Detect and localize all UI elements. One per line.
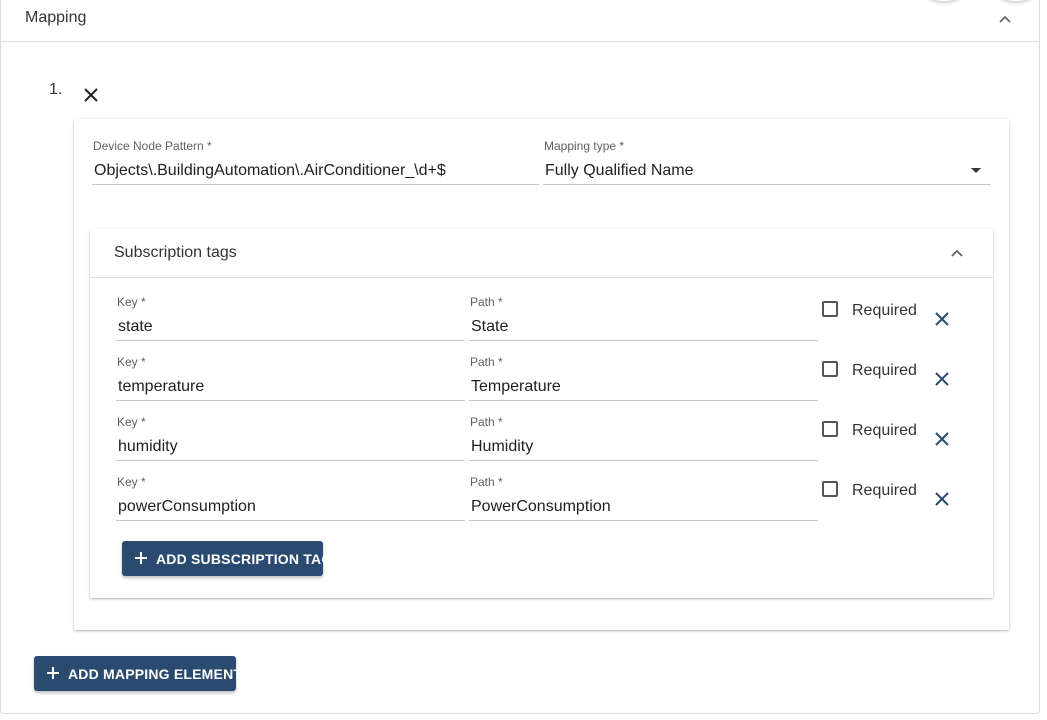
- remove-tag-close-icon[interactable]: [935, 432, 949, 446]
- mapping-type-value[interactable]: Fully Qualified Name: [543, 152, 991, 185]
- subscription-tag-row: Key * humidity Path * Humidity Required: [90, 411, 993, 471]
- remove-tag-close-icon[interactable]: [935, 492, 949, 506]
- device-node-pattern-label: Device Node Pattern *: [93, 139, 212, 153]
- plus-icon: [45, 665, 61, 681]
- mapping-type-label: Mapping type *: [544, 139, 625, 153]
- tag-key-input[interactable]: powerConsumption: [116, 488, 465, 521]
- device-node-pattern-field[interactable]: Device Node Pattern * Objects\.BuildingA…: [92, 139, 539, 185]
- chevron-up-icon[interactable]: [998, 12, 1012, 26]
- mapping-panel-title: Mapping: [25, 9, 87, 26]
- add-mapping-element-button[interactable]: ADD MAPPING ELEMENT: [34, 656, 242, 691]
- tag-path-input[interactable]: Humidity: [469, 428, 818, 461]
- tag-key-input[interactable]: humidity: [116, 428, 465, 461]
- tag-path-field[interactable]: Path * Humidity: [469, 415, 818, 461]
- tag-path-input[interactable]: State: [469, 308, 818, 341]
- subscription-tags-panel: Subscription tags Key * state Path * Sta…: [90, 229, 993, 598]
- tag-key-input[interactable]: temperature: [116, 368, 465, 401]
- remove-mapping-element-close-icon[interactable]: [84, 88, 98, 102]
- tag-path-input[interactable]: PowerConsumption: [469, 488, 818, 521]
- mapping-type-select[interactable]: Mapping type * Fully Qualified Name: [543, 139, 991, 185]
- subscription-tag-row: Key * powerConsumption Path * PowerConsu…: [90, 471, 993, 531]
- required-checkbox[interactable]: [822, 361, 838, 377]
- tag-key-field[interactable]: Key * powerConsumption: [116, 475, 465, 521]
- add-subscription-tag-label: ADD SUBSCRIPTION TAG: [156, 551, 333, 567]
- mapping-panel: Mapping 1. Device Node Pattern * Objects…: [0, 0, 1040, 714]
- tag-key-field[interactable]: Key * temperature: [116, 355, 465, 401]
- chevron-up-icon[interactable]: [950, 246, 964, 260]
- dropdown-arrow-icon[interactable]: [971, 168, 981, 173]
- tag-key-field[interactable]: Key * state: [116, 295, 465, 341]
- mapping-element-card: Device Node Pattern * Objects\.BuildingA…: [74, 119, 1009, 630]
- corner-fab-shadow: [927, 0, 961, 1]
- required-checkbox[interactable]: [822, 421, 838, 437]
- tag-path-label: Path *: [470, 295, 503, 309]
- subscription-tag-row: Key * temperature Path * Temperature Req…: [90, 351, 993, 411]
- tag-key-label: Key *: [117, 355, 146, 369]
- mapping-panel-header[interactable]: Mapping: [1, 0, 1039, 42]
- tag-path-label: Path *: [470, 475, 503, 489]
- tag-key-field[interactable]: Key * humidity: [116, 415, 465, 461]
- required-label: Required: [852, 422, 917, 439]
- corner-fab-shadow: [999, 0, 1033, 1]
- subscription-tags-header[interactable]: Subscription tags: [90, 229, 993, 278]
- tag-path-label: Path *: [470, 415, 503, 429]
- required-label: Required: [852, 362, 917, 379]
- required-label: Required: [852, 302, 917, 319]
- tag-path-input[interactable]: Temperature: [469, 368, 818, 401]
- tag-key-label: Key *: [117, 295, 146, 309]
- add-subscription-tag-button[interactable]: ADD SUBSCRIPTION TAG: [122, 541, 332, 576]
- tag-path-field[interactable]: Path * Temperature: [469, 355, 818, 401]
- tag-path-field[interactable]: Path * State: [469, 295, 818, 341]
- plus-icon: [133, 550, 149, 566]
- required-label: Required: [852, 482, 917, 499]
- tag-key-label: Key *: [117, 415, 146, 429]
- required-checkbox[interactable]: [822, 481, 838, 497]
- tag-path-field[interactable]: Path * PowerConsumption: [469, 475, 818, 521]
- remove-tag-close-icon[interactable]: [935, 372, 949, 386]
- add-mapping-element-label: ADD MAPPING ELEMENT: [68, 666, 243, 682]
- subscription-tag-row: Key * state Path * State Required: [90, 291, 993, 351]
- device-node-pattern-input[interactable]: Objects\.BuildingAutomation\.AirConditio…: [92, 152, 539, 185]
- required-checkbox[interactable]: [822, 301, 838, 317]
- mapping-element-number: 1.: [49, 81, 63, 98]
- tag-path-label: Path *: [470, 355, 503, 369]
- tag-key-input[interactable]: state: [116, 308, 465, 341]
- remove-tag-close-icon[interactable]: [935, 312, 949, 326]
- subscription-tags-title: Subscription tags: [114, 244, 237, 261]
- tag-key-label: Key *: [117, 475, 146, 489]
